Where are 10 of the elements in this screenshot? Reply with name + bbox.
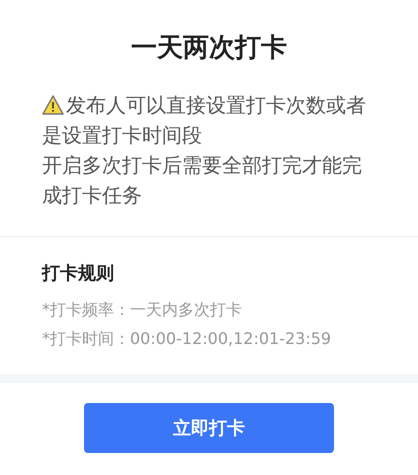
page-title: 一天两次打卡: [130, 32, 288, 65]
section-heading: 打卡规则: [42, 262, 115, 286]
rule-text: *打卡频率：一天内多次打卡: [42, 299, 243, 321]
notice-text: 开启多次打卡后需要全部打完才能完: [42, 153, 362, 177]
notice-text: 发布人可以直接设置打卡次数或者: [66, 93, 366, 117]
warning-icon: [42, 95, 64, 115]
notice-text: 成打卡任务: [42, 183, 142, 207]
rule-text: *打卡时间：00:00-12:00,12:01-23:59: [42, 328, 332, 350]
notice-text: 是设置打卡时间段: [42, 123, 202, 147]
check-in-button[interactable]: 立即打卡: [84, 403, 334, 453]
